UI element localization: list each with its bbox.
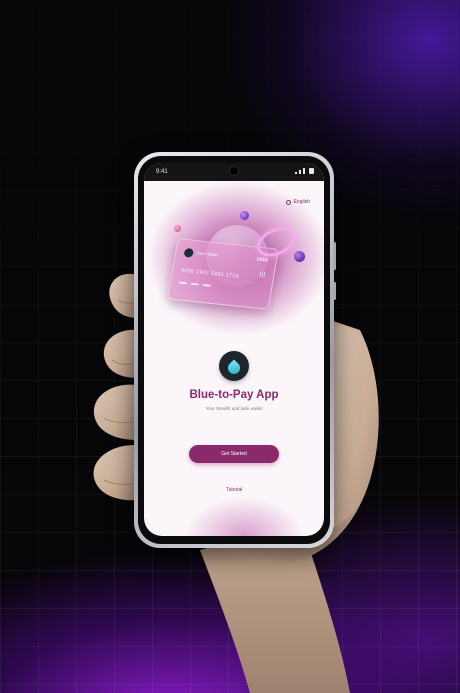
get-started-button[interactable]: Get Started: [189, 445, 279, 463]
bottom-glow: [184, 496, 304, 536]
power-button: [333, 282, 336, 300]
signal-icon: [295, 172, 297, 174]
purple-sphere-icon: [240, 211, 249, 220]
app-title: Blue-to-Pay App: [189, 389, 279, 401]
volume-button: [333, 242, 336, 270]
status-icons: [295, 168, 314, 174]
card-holder: Card Holder: [195, 250, 219, 258]
status-time: 9:41: [156, 169, 168, 175]
card-meta: [178, 281, 211, 287]
tutorial-link[interactable]: Tutorial: [144, 487, 324, 493]
card-avatar-icon: [183, 247, 195, 258]
globe-icon: [285, 199, 291, 205]
front-camera-icon: [229, 166, 239, 176]
language-label: English: [293, 199, 310, 205]
phone-screen: 9:41 Card Holder VISA 4450 1902 5442 172…: [144, 163, 324, 536]
pink-sphere-icon: [174, 225, 181, 232]
status-bar: 9:41: [144, 163, 324, 181]
battery-icon: [309, 168, 314, 174]
signal-icon: [299, 170, 301, 174]
purple-sphere-icon: [294, 251, 305, 262]
signal-icon: [303, 168, 305, 174]
contactless-icon: ))): [258, 271, 266, 279]
app-logo: [219, 351, 249, 381]
card-brand: VISA: [255, 256, 269, 264]
water-drop-icon: [225, 359, 243, 377]
app-subtitle: Your Wealth and safe wallet: [205, 406, 263, 411]
phone-bezel: 9:41 Card Holder VISA 4450 1902 5442 172…: [138, 156, 330, 544]
card-number: 4450 1902 5442 1725: [180, 267, 240, 280]
language-selector[interactable]: English: [285, 199, 310, 205]
marketing-scene: 9:41 Card Holder VISA 4450 1902 5442 172…: [0, 0, 460, 693]
phone-device: 9:41 Card Holder VISA 4450 1902 5442 172…: [134, 152, 336, 548]
